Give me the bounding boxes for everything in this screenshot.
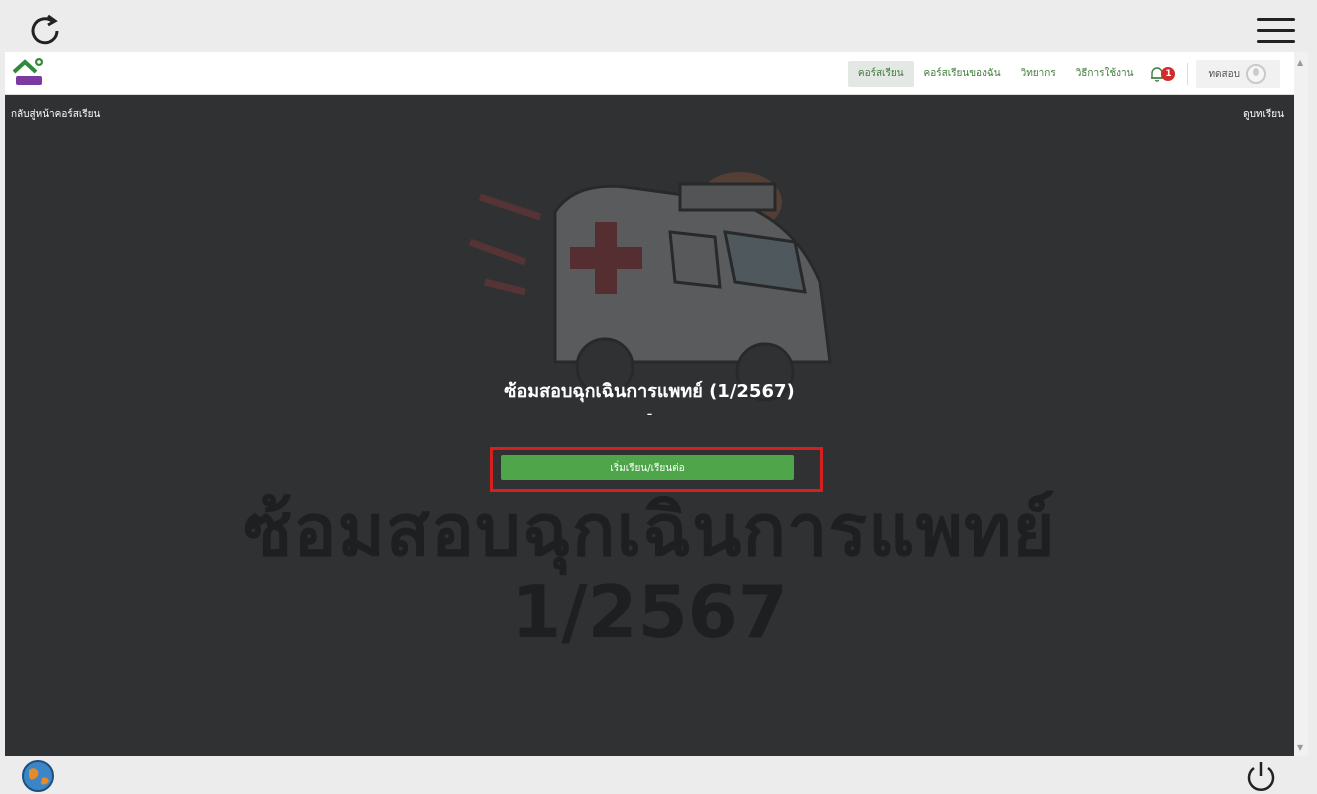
nav-courses[interactable]: คอร์สเรียน — [847, 61, 914, 87]
browser-bottom-bar — [0, 756, 1317, 794]
course-description: - — [646, 404, 653, 423]
nav-how-to[interactable]: วิธีการใช้งาน — [1066, 61, 1144, 87]
scroll-down-arrow-icon[interactable]: ▼ — [1297, 743, 1303, 752]
nav-my-courses[interactable]: คอร์สเรียนของฉัน — [914, 61, 1011, 87]
power-icon[interactable] — [1244, 759, 1278, 793]
ambulance-illustration — [468, 172, 832, 402]
menu-icon[interactable] — [1257, 18, 1295, 48]
scroll-up-arrow-icon[interactable]: ▲ — [1297, 58, 1303, 67]
site-logo[interactable] — [11, 56, 45, 90]
start-learning-button[interactable]: เริ่มเรียน/เรียนต่อ — [501, 455, 794, 480]
view-lessons-link[interactable]: ดูบทเรียน — [1243, 107, 1284, 122]
refresh-icon[interactable] — [26, 12, 64, 50]
notification-bell[interactable]: 1 — [1147, 61, 1179, 87]
nav-divider — [1187, 63, 1189, 85]
app-window: คอร์สเรียน คอร์สเรียนของฉัน วิทยากร วิธี… — [5, 52, 1294, 756]
back-to-courses-link[interactable]: กลับสู่หน้าคอร์สเรียน — [11, 107, 100, 122]
course-title: ซ้อมสอบฉุกเฉินการแพทย์ (1/2567) — [504, 381, 795, 402]
top-navbar: คอร์สเรียน คอร์สเรียนของฉัน วิทยากร วิธี… — [5, 52, 1294, 95]
avatar-icon — [1246, 64, 1266, 84]
page-scrollbar[interactable]: ▲ ▼ — [1294, 52, 1308, 756]
user-name: ทดสอบ — [1208, 68, 1240, 80]
title-watermark-line2: 1/2567 — [511, 570, 788, 654]
globe-icon[interactable] — [20, 758, 56, 794]
nav-instructors[interactable]: วิทยากร — [1011, 61, 1066, 87]
user-menu[interactable]: ทดสอบ — [1196, 60, 1280, 88]
browser-toolbar — [0, 0, 1317, 52]
notification-badge: 1 — [1161, 67, 1176, 81]
